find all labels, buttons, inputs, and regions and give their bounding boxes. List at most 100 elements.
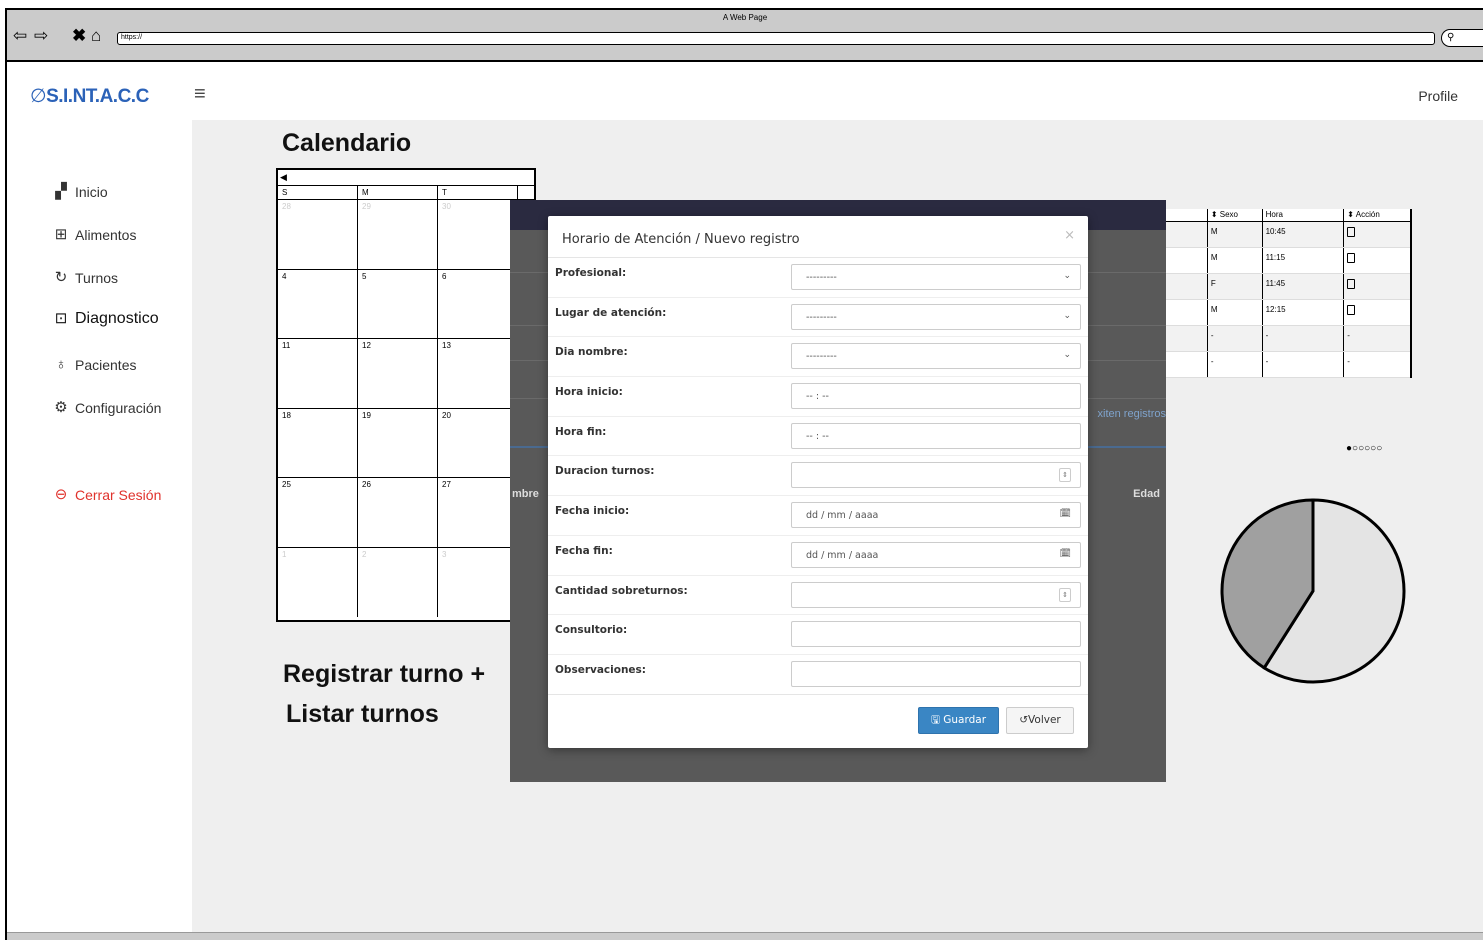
chat-dots-icon: ⊡ — [54, 310, 68, 327]
form-row: Dia nombre: --------- ⌄ — [548, 337, 1088, 378]
action-checkbox[interactable] — [1347, 253, 1356, 263]
url-bar[interactable]: https:// — [117, 32, 1435, 45]
time-input[interactable]: -- : -- — [791, 422, 1081, 449]
schedule-form: Profesional: --------- ⌄ Lugar de atención:… — [548, 258, 1088, 695]
number-input[interactable]: ⇕ — [791, 462, 1081, 489]
header-cell[interactable]: ⬍ Acción — [1344, 209, 1410, 221]
select-input[interactable]: --------- ⌄ — [791, 343, 1081, 370]
calendar-day[interactable]: 12 — [358, 339, 438, 408]
calendar-week: 25 26 27 — [278, 478, 534, 548]
calendar-day[interactable]: 28 — [278, 200, 358, 269]
profile-link[interactable]: Profile — [1418, 88, 1458, 104]
search-icon[interactable]: ⚲ — [1441, 29, 1483, 47]
column-header-edad: Edad — [1133, 488, 1160, 500]
modal-header: Horario de Atención / Nuevo registro — [548, 216, 1088, 258]
sort-icon: ⬍ — [1210, 210, 1218, 219]
sidebar-item-alimentos[interactable]: ⊞ Alimentos — [52, 226, 137, 244]
chevron-down-icon: ⌄ — [1063, 310, 1071, 321]
back-button[interactable]: ↺Volver — [1006, 707, 1074, 734]
field-label: Observaciones: — [555, 663, 647, 676]
spinner-icon[interactable]: ⇕ — [1059, 468, 1071, 483]
table-cell — [1163, 352, 1208, 377]
field-label: Profesional: — [555, 267, 627, 279]
list-turnos-link[interactable]: Listar turnos — [286, 700, 439, 729]
calendar-day[interactable]: 13 — [438, 339, 518, 408]
calendar-day[interactable]: 4 — [278, 269, 358, 338]
sidebar-item-inicio[interactable]: ▞ Inicio — [52, 183, 108, 201]
calendar-day[interactable]: 19 — [358, 408, 438, 477]
table-cell — [1163, 274, 1208, 299]
calendar-day[interactable]: 2 — [358, 547, 438, 617]
calendar-day[interactable]: 1 — [278, 547, 358, 617]
pagination-dots[interactable]: ●○○○○○ — [1346, 443, 1382, 454]
spinner-icon[interactable]: ⇕ — [1059, 587, 1071, 602]
sidebar-item-label: Pacientes — [75, 357, 137, 373]
table-row: F 11:45 — [1163, 274, 1410, 300]
time-input[interactable]: -- : -- — [791, 383, 1081, 410]
modal-footer: 🖫 Guardar ↺Volver — [548, 694, 1088, 748]
calendar-day[interactable]: 27 — [438, 478, 518, 547]
weekday: S — [278, 186, 358, 199]
grid-store-icon: ⊞ — [54, 226, 68, 243]
calendar-day[interactable]: 26 — [358, 478, 438, 547]
calendar-day[interactable]: 25 — [278, 478, 358, 547]
date-input[interactable]: dd / mm / aaaa 🗓 — [791, 541, 1081, 568]
calendar-week: 28 29 30 — [278, 200, 534, 270]
action-checkbox[interactable] — [1347, 305, 1356, 315]
text-input[interactable] — [791, 660, 1081, 687]
text-input[interactable] — [791, 621, 1081, 648]
calendar-day[interactable]: 5 — [358, 269, 438, 338]
save-button[interactable]: 🖫 Guardar — [918, 707, 999, 734]
field-label: Lugar de atención: — [555, 306, 667, 319]
sidebar-item-turnos[interactable]: ↻ Turnos — [52, 269, 118, 287]
date-input[interactable]: dd / mm / aaaa 🗓 — [791, 502, 1081, 529]
close-x-icon[interactable]: ✖ — [72, 26, 86, 46]
action-checkbox[interactable] — [1347, 279, 1356, 289]
hamburger-menu-icon[interactable]: ≡ — [194, 83, 206, 106]
calendar-icon: 🗓 — [1059, 509, 1071, 520]
table-cell: - — [1347, 357, 1350, 366]
select-input[interactable]: --------- ⌄ — [791, 264, 1081, 290]
close-icon[interactable]: × — [1064, 228, 1075, 243]
table-body: M 10:45 M 11:15 F 11:45 M 12:15- - - - - - — [1163, 222, 1410, 378]
calendar-day[interactable]: 29 — [358, 200, 438, 269]
calendar-day[interactable]: 6 — [438, 269, 518, 338]
calendar-day[interactable]: 30 — [438, 200, 518, 269]
main-content: Calendario ◀ S M T 28 29 30 4 5 6 11 12 13 18 19 20… — [192, 120, 1483, 932]
sidebar-item-diagnostico[interactable]: ⊡ Diagnostico — [52, 310, 159, 328]
form-row: Fecha fin: dd / mm / aaaa 🗓 — [548, 536, 1088, 576]
logout-button[interactable]: ⊖ Cerrar Sesión — [52, 486, 162, 504]
header-cell[interactable]: Hora — [1263, 209, 1345, 221]
sidebar-item-configuracion[interactable]: ⚙ Configuración — [52, 399, 161, 417]
calendar-day[interactable]: 20 — [438, 408, 518, 477]
header-cell[interactable]: ⬍ Sexo — [1208, 209, 1263, 221]
calendar-day[interactable]: 3 — [438, 547, 518, 617]
table-cell: 10:45 — [1263, 222, 1345, 247]
register-turno-button[interactable]: Registrar turno + — [283, 660, 485, 689]
brand-logo[interactable]: ∅S.I.NT.A.C.C — [30, 85, 149, 108]
field-label: Duracion turnos: — [555, 465, 655, 478]
input-value: --------- — [806, 311, 837, 323]
sidebar-item-label: Inicio — [75, 184, 108, 200]
number-input[interactable]: ⇕ — [791, 581, 1081, 608]
home-icon[interactable]: ⌂ — [91, 26, 101, 46]
status-bar — [7, 932, 1483, 940]
back-arrow-icon[interactable]: ⇦ — [13, 26, 27, 46]
forward-arrow-icon[interactable]: ⇨ — [34, 26, 48, 46]
select-input[interactable]: --------- ⌄ — [791, 303, 1081, 330]
table-cell: F — [1208, 274, 1263, 299]
form-row: Cantidad sobreturnos: ⇕ — [548, 576, 1088, 616]
table-row: --- — [1163, 326, 1410, 352]
table-cell: M — [1208, 222, 1263, 247]
form-row: Hora inicio: -- : -- — [548, 377, 1088, 417]
calendar-weekdays: S M T — [278, 186, 534, 200]
prev-month-icon[interactable]: ◀ — [280, 172, 287, 182]
calendar-day[interactable]: 18 — [278, 408, 358, 477]
sidebar-item-pacientes[interactable]: ♁ Pacientes — [52, 356, 136, 374]
calendar-day[interactable]: 11 — [278, 339, 358, 408]
table-cell — [1163, 326, 1208, 351]
input-value: --------- — [806, 272, 837, 283]
action-cell — [1344, 300, 1410, 325]
action-checkbox[interactable] — [1347, 227, 1356, 237]
field-label: Hora inicio: — [555, 386, 623, 399]
